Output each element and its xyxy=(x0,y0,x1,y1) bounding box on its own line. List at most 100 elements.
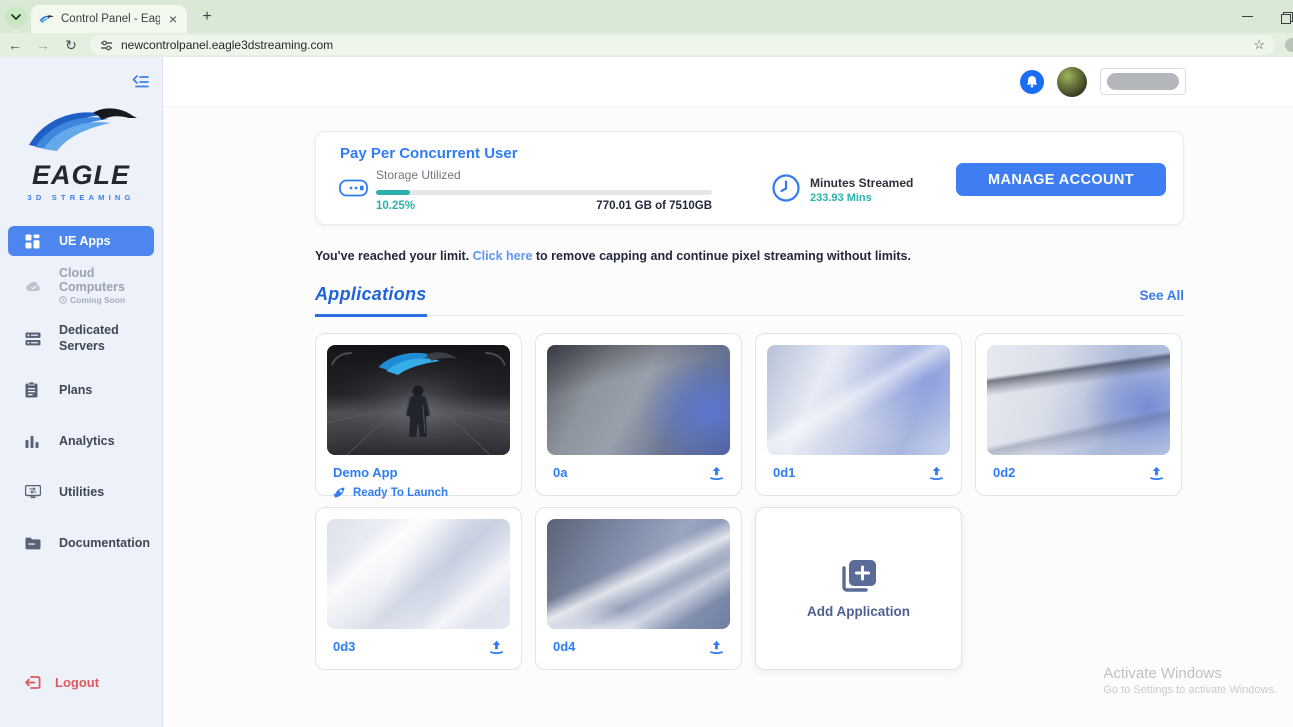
app-thumbnail xyxy=(547,519,730,629)
click-here-link[interactable]: Click here xyxy=(473,249,533,263)
notifications-button[interactable] xyxy=(1020,69,1044,94)
upload-button[interactable] xyxy=(489,640,504,654)
sidebar-item-label: Dedicated Servers xyxy=(59,323,119,353)
upload-icon xyxy=(1150,466,1163,480)
storage-icon xyxy=(339,179,368,197)
browser-tab[interactable]: Control Panel - Eagle × xyxy=(31,5,187,33)
collapse-sidebar-icon xyxy=(132,75,149,88)
app-thumbnail xyxy=(987,345,1170,455)
logout-button[interactable]: Logout xyxy=(25,675,99,690)
sidebar-item-label: Plans xyxy=(59,383,93,397)
demo-scene-image xyxy=(327,345,510,455)
coming-soon-badge: Coming Soon xyxy=(59,295,162,305)
app-name: 0d2 xyxy=(993,465,1016,480)
minutes-streamed-label: Minutes Streamed xyxy=(810,176,914,190)
url-text[interactable]: newcontrolpanel.eagle3dstreaming.com xyxy=(121,38,1245,52)
browser-tabstrip: Control Panel - Eagle × + xyxy=(0,0,1293,33)
brand-tagline: 3D STREAMING xyxy=(27,193,135,202)
upload-button[interactable] xyxy=(709,640,724,654)
storage-progress-fill xyxy=(376,190,411,195)
sidebar-item-analytics[interactable]: Analytics xyxy=(0,424,162,458)
content-area: Pay Per Concurrent User Storage Utilized… xyxy=(163,107,1293,670)
tab-close-icon[interactable]: × xyxy=(167,12,179,26)
back-button[interactable]: ← xyxy=(6,37,24,53)
app-name: 0d4 xyxy=(553,639,576,654)
manage-account-button[interactable]: MANAGE ACCOUNT xyxy=(956,163,1166,196)
limit-notice-pre: You've reached your limit. xyxy=(315,249,473,263)
tab-title: Control Panel - Eagle xyxy=(61,13,160,25)
upload-button[interactable] xyxy=(929,466,944,480)
clipboard-icon xyxy=(25,382,42,399)
user-name-redacted xyxy=(1107,73,1179,90)
app-window: EAGLE 3D STREAMING UE Apps Cloud Compute… xyxy=(0,57,1293,727)
profile-icon[interactable] xyxy=(1285,38,1293,52)
logout-label: Logout xyxy=(55,675,100,690)
storage-percent: 10.25% xyxy=(376,200,416,212)
app-card-0d2[interactable]: 0d2 xyxy=(975,333,1182,496)
user-name-box[interactable] xyxy=(1100,68,1186,95)
sidebar-item-label: Analytics xyxy=(59,434,115,448)
sidebar-item-plans[interactable]: Plans xyxy=(0,373,162,407)
window-restore-button[interactable] xyxy=(1281,11,1293,24)
sidebar-item-label: UE Apps xyxy=(59,234,111,248)
bar-chart-icon xyxy=(25,433,42,450)
user-avatar[interactable] xyxy=(1057,66,1087,97)
upload-button[interactable] xyxy=(709,466,724,480)
brand-name: EAGLE xyxy=(31,160,130,190)
site-settings-icon[interactable] xyxy=(100,40,113,51)
clock-icon xyxy=(772,174,800,202)
app-card-0d4[interactable]: 0d4 xyxy=(535,507,742,670)
sidebar-item-utilities[interactable]: Utilities xyxy=(0,475,162,509)
app-name: 0d1 xyxy=(773,465,796,480)
sidebar-item-cloud-computers: Cloud Computers Coming Soon xyxy=(0,266,162,305)
screen: Control Panel - Eagle × + ← → ↻ newcontr… xyxy=(0,0,1293,727)
new-tab-button[interactable]: + xyxy=(196,8,218,26)
app-card-demo[interactable]: Demo App Ready To Launch xyxy=(315,333,522,499)
plan-title: Pay Per Concurrent User xyxy=(340,145,518,162)
app-card-0a[interactable]: 0a xyxy=(535,333,742,496)
sidebar-item-label: Utilities xyxy=(59,485,105,499)
eagle-logo: EAGLE 3D STREAMING xyxy=(0,103,162,202)
cloud-icon xyxy=(25,277,42,294)
sidebar-item-documentation[interactable]: Documentation xyxy=(0,526,162,560)
add-application-card[interactable]: Add Application xyxy=(755,507,962,670)
applications-grid: Demo App Ready To Launch 0a 0d1 0d2 0d3 … xyxy=(315,333,1184,670)
upload-icon xyxy=(490,640,503,654)
app-name: Demo App xyxy=(333,465,398,480)
window-minimize-button[interactable] xyxy=(1242,16,1253,17)
reload-button[interactable]: ↻ xyxy=(62,37,80,54)
bookmark-star-icon[interactable]: ☆ xyxy=(1253,37,1265,53)
app-thumbnail xyxy=(327,519,510,629)
forward-button[interactable]: → xyxy=(34,37,52,53)
applications-header: Applications See All xyxy=(315,284,1184,317)
sidebar-item-label: Cloud Computers xyxy=(59,266,125,294)
app-thumbnail xyxy=(547,345,730,455)
eagle-favicon xyxy=(39,14,54,23)
sidebar-item-dedicated-servers[interactable]: Dedicated Servers xyxy=(0,322,162,356)
upload-icon xyxy=(710,640,723,654)
app-card-0d1[interactable]: 0d1 xyxy=(755,333,962,496)
eagle-logo-icon xyxy=(29,108,137,151)
limit-notice-post: to remove capping and continue pixel str… xyxy=(532,249,911,263)
upload-icon xyxy=(930,466,943,480)
watermark-line2: Go to Settings to activate Windows. xyxy=(1103,684,1277,696)
app-thumbnail xyxy=(327,345,510,455)
limit-notice: You've reached your limit. Click here to… xyxy=(315,249,1184,263)
servers-icon xyxy=(25,331,42,348)
apps-grid-icon xyxy=(25,233,42,250)
sidebar-collapse-button[interactable] xyxy=(132,74,149,93)
browser-toolbar: ← → ↻ newcontrolpanel.eagle3dstreaming.c… xyxy=(0,33,1293,57)
bell-icon xyxy=(1026,76,1038,88)
storage-detail: 770.01 GB of 7510GB xyxy=(596,200,712,212)
usage-card: Pay Per Concurrent User Storage Utilized… xyxy=(315,131,1184,225)
url-bar[interactable]: newcontrolpanel.eagle3dstreaming.com ☆ xyxy=(90,35,1275,55)
tab-search-button[interactable] xyxy=(5,6,27,28)
sidebar-item-ue-apps[interactable]: UE Apps xyxy=(8,226,154,256)
chevron-down-icon xyxy=(11,13,21,20)
top-header xyxy=(163,57,1293,107)
upload-button[interactable] xyxy=(1149,466,1164,480)
app-card-0d3[interactable]: 0d3 xyxy=(315,507,522,670)
upload-icon xyxy=(710,466,723,480)
see-all-link[interactable]: See All xyxy=(1139,288,1184,315)
app-name: 0d3 xyxy=(333,639,356,654)
